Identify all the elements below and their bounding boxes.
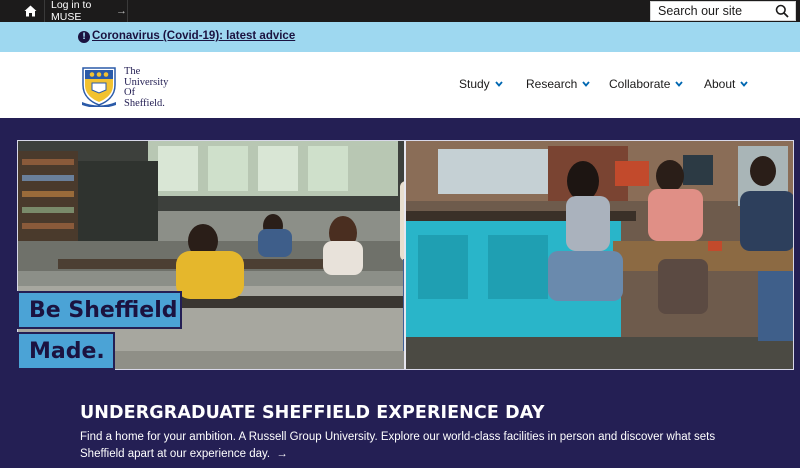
- nav-label: Research: [526, 77, 578, 91]
- logo-line: Of: [124, 87, 136, 98]
- search-icon[interactable]: [775, 4, 789, 18]
- hero-photo: [17, 140, 794, 370]
- hero-title[interactable]: UNDERGRADUATE SHEFFIELD EXPERIENCE DAY: [80, 403, 544, 423]
- university-wordmark[interactable]: The University Of Sheffield.: [124, 66, 168, 109]
- nav-label: Collaborate: [609, 77, 671, 91]
- hero-section: Be Sheffield Made. UNDERGRADUATE SHEFFIE…: [0, 118, 800, 468]
- be-sheffield-tag: Be Sheffield: [17, 291, 182, 329]
- arrow-right-icon: →: [116, 5, 127, 17]
- hero-description-text: Find a home for your ambition. A Russell…: [80, 431, 716, 460]
- login-muse-link[interactable]: Log in to MUSE →: [45, 0, 127, 23]
- covid-advice-link[interactable]: Coronavirus (Covid-19): latest advice: [92, 30, 295, 42]
- nav-label: Study: [459, 77, 490, 91]
- logo-line: The: [124, 66, 141, 77]
- search-placeholder: Search our site: [658, 4, 743, 18]
- logo-line: Sheffield.: [124, 97, 165, 109]
- nav-collaborate[interactable]: Collaborate: [609, 77, 684, 91]
- university-crest-logo[interactable]: [80, 65, 118, 107]
- utility-bar: Log in to MUSE → Search our site: [0, 0, 800, 23]
- covid-alert-bar: ! Coronavirus (Covid-19): latest advice: [0, 22, 800, 52]
- nav-about[interactable]: About: [704, 77, 749, 91]
- arrow-right-icon[interactable]: →: [276, 448, 288, 460]
- chevron-down-icon: [740, 81, 749, 87]
- home-button[interactable]: [16, 0, 44, 22]
- site-header: The University Of Sheffield. Study Resea…: [0, 52, 800, 118]
- nav-research[interactable]: Research: [526, 77, 591, 91]
- search-input[interactable]: Search our site: [650, 1, 796, 21]
- login-label: Log in to MUSE: [51, 0, 92, 23]
- chevron-down-icon: [675, 81, 684, 87]
- made-tag: Made.: [17, 332, 115, 370]
- info-icon: !: [78, 31, 90, 43]
- nav-label: About: [704, 77, 736, 91]
- home-icon: [24, 5, 36, 17]
- chevron-down-icon: [582, 81, 591, 87]
- divider: [127, 0, 128, 22]
- hero-description[interactable]: Find a home for your ambition. A Russell…: [80, 429, 730, 463]
- nav-study[interactable]: Study: [459, 77, 503, 91]
- chevron-down-icon: [495, 81, 503, 87]
